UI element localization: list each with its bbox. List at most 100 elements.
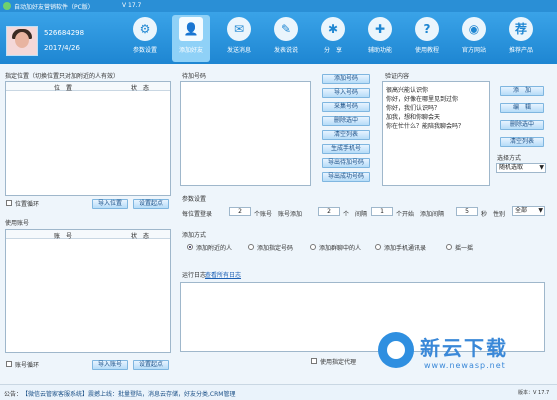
import-location-button[interactable]: 导入位置 bbox=[92, 199, 128, 209]
user-id: 526684298 bbox=[44, 29, 85, 37]
interval-input[interactable]: 1 bbox=[371, 207, 393, 216]
method-radio-specified[interactable] bbox=[248, 244, 254, 250]
nav-helper[interactable]: ✚ 辅助功能 bbox=[361, 15, 399, 62]
log-label: 运行日志 bbox=[182, 272, 207, 279]
nav-add-friend[interactable]: 👤 添加好友 bbox=[172, 15, 210, 62]
account-loop-checkbox[interactable] bbox=[6, 361, 12, 367]
nav-send-message[interactable]: ✉ 发送消息 bbox=[220, 15, 258, 62]
export-pending-button[interactable]: 导出待加号码 bbox=[322, 158, 370, 168]
interval-label: 个 间隔 bbox=[343, 211, 368, 218]
method-label: 添加方式 bbox=[182, 232, 207, 239]
accounts-table[interactable]: 账 号 状 态 bbox=[5, 229, 171, 353]
nav-label: 辅助功能 bbox=[367, 47, 392, 54]
clear-number-list-button[interactable]: 清空列表 bbox=[322, 130, 370, 140]
per-location-label: 每位置登录 bbox=[182, 211, 213, 218]
method-radio-nearby[interactable] bbox=[187, 244, 193, 250]
per-account-input[interactable]: 2 bbox=[318, 207, 340, 216]
avatar-face bbox=[15, 32, 29, 48]
method-option-label: 添加手机通讯录 bbox=[384, 245, 427, 252]
proxy-checkbox[interactable] bbox=[311, 358, 317, 364]
recommend-icon: 荐 bbox=[509, 17, 533, 41]
location-loop-checkbox[interactable] bbox=[6, 200, 12, 206]
app-window: 自动加好友营销软件（PC版） V 17.7 526684298 2017/4/2… bbox=[0, 0, 557, 400]
accounts-col-account: 账 号 bbox=[54, 233, 73, 240]
per-location-input[interactable]: 2 bbox=[229, 207, 251, 216]
verify-line: 很高兴能认识你 bbox=[386, 87, 429, 94]
import-account-button[interactable]: 导入账号 bbox=[92, 360, 128, 370]
method-option-label: 添加指定号码 bbox=[257, 245, 294, 252]
location-col-position: 位 置 bbox=[54, 85, 73, 92]
method-radio-group[interactable] bbox=[310, 244, 316, 250]
method-radio-contacts[interactable] bbox=[375, 244, 381, 250]
nav-website[interactable]: ◉ 官方网站 bbox=[455, 15, 493, 62]
chat-bubble-icon: ✉ bbox=[227, 17, 251, 41]
nav-label: 使用教程 bbox=[414, 47, 439, 54]
chevron-down-icon: ▼ bbox=[539, 164, 544, 171]
verify-list[interactable]: 很高兴能认识你 你好，好像在哪里见到过你 你好，我们认识吗？ 加我，想和你聊会天… bbox=[382, 81, 490, 186]
view-all-logs-link[interactable]: 查看所有日志 bbox=[205, 270, 241, 279]
notice-label: 公告： bbox=[4, 391, 23, 398]
app-logo-icon bbox=[3, 2, 11, 10]
window-version: V 17.7 bbox=[122, 2, 142, 9]
helper-icon: ✚ bbox=[368, 17, 392, 41]
location-label: 指定位置（切换位置只对加附近的人有效） bbox=[5, 73, 120, 80]
gender-select[interactable]: 全部 ▼ bbox=[512, 206, 545, 216]
location-loop-label: 位置循环 bbox=[15, 201, 40, 208]
add-number-button[interactable]: 添加号码 bbox=[322, 74, 370, 84]
start-label: 个开始 添加间隔 bbox=[396, 211, 445, 218]
accounts-col-status: 状 态 bbox=[131, 233, 150, 240]
nav-post-moment[interactable]: ✎ 发表说说 bbox=[267, 15, 305, 62]
generate-phone-button[interactable]: 生成手机号 bbox=[322, 144, 370, 154]
method-radio-shake[interactable] bbox=[446, 244, 452, 250]
nav-label: 参数设置 bbox=[132, 47, 157, 54]
edit-verify-button[interactable]: 编 辑 bbox=[500, 103, 544, 113]
watermark-circle-icon bbox=[378, 332, 414, 368]
add-interval-input[interactable]: 5 bbox=[456, 207, 478, 216]
clear-verify-button[interactable]: 清空列表 bbox=[500, 137, 544, 147]
nav-tutorial[interactable]: ? 使用教程 bbox=[408, 15, 446, 62]
mode-select[interactable]: 随机选取 ▼ bbox=[496, 163, 546, 173]
account-start-button[interactable]: 设置起点 bbox=[133, 360, 169, 370]
verify-line: 你在忙什么？能陪我聊会吗？ bbox=[386, 123, 465, 130]
collect-number-button[interactable]: 采集号码 bbox=[322, 102, 370, 112]
add-verify-button[interactable]: 添 加 bbox=[500, 86, 544, 96]
nav-label: 分 享 bbox=[323, 47, 342, 54]
status-bar: 公告： 【微信云管家客服系统】震撼上线：批量登陆，消息云存储，好友分类,CRM管… bbox=[0, 384, 557, 400]
pending-list[interactable] bbox=[180, 81, 311, 186]
watermark-url: www.newasp.net bbox=[424, 361, 506, 370]
verify-label: 验证内容 bbox=[385, 73, 410, 80]
delete-selected-number-button[interactable]: 删除选中 bbox=[322, 116, 370, 126]
import-number-button[interactable]: 导入号码 bbox=[322, 88, 370, 98]
share-icon: ✱ bbox=[321, 17, 345, 41]
verify-line: 你好，好像在哪里见到过你 bbox=[386, 96, 459, 103]
per-account-label: 个账号 账号添加 bbox=[254, 211, 303, 218]
help-doc-icon: ? bbox=[415, 17, 439, 41]
window-title: 自动加好友营销软件（PC版） bbox=[14, 4, 94, 11]
method-option-label: 添加群聊中的人 bbox=[319, 245, 362, 252]
accounts-table-header: 账 号 状 态 bbox=[6, 230, 170, 240]
notice-text[interactable]: 【微信云管家客服系统】震撼上线：批量登陆，消息云存储，好友分类,CRM管理 bbox=[22, 389, 235, 398]
nav-label: 发表说说 bbox=[273, 47, 298, 54]
mode-value: 随机选取 bbox=[499, 164, 524, 171]
export-success-button[interactable]: 导出成功号码 bbox=[322, 172, 370, 182]
status-version: 版本：V 17.7 bbox=[518, 390, 550, 396]
delete-verify-button[interactable]: 删除选中 bbox=[500, 120, 544, 130]
nav-recommend[interactable]: 荐 推荐产品 bbox=[502, 15, 540, 62]
method-option-label: 摇一摇 bbox=[455, 245, 474, 252]
location-table[interactable]: 位 置 状 态 bbox=[5, 81, 171, 196]
gender-value: 全部 bbox=[515, 207, 528, 214]
watermark-logo: 新云下载 www.newasp.net bbox=[378, 330, 550, 378]
location-col-status: 状 态 bbox=[131, 85, 150, 92]
mode-label: 选择方式 bbox=[497, 155, 522, 162]
location-start-button[interactable]: 设置起点 bbox=[133, 199, 169, 209]
nav-params[interactable]: ⚙ 参数设置 bbox=[126, 15, 164, 62]
user-date: 2017/4/26 bbox=[44, 44, 80, 52]
nav-share[interactable]: ✱ 分 享 bbox=[314, 15, 352, 62]
header-toolbar: 526684298 2017/4/26 ⚙ 参数设置 👤 添加好友 ✉ 发送消息… bbox=[0, 12, 557, 64]
avatar[interactable] bbox=[6, 26, 38, 56]
nav-label: 添加好友 bbox=[178, 47, 203, 54]
nav-label: 发送消息 bbox=[226, 47, 251, 54]
title-bar: 自动加好友营销软件（PC版） V 17.7 bbox=[0, 0, 557, 12]
chevron-down-icon: ▼ bbox=[538, 207, 543, 214]
gear-icon: ⚙ bbox=[133, 17, 157, 41]
